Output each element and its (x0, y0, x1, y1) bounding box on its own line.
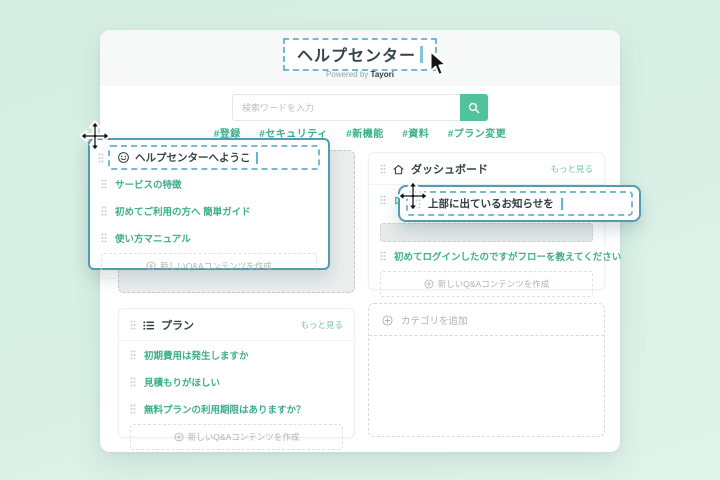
add-qa-content-button[interactable]: 新しいQ&Aコンテンツを作成 (101, 253, 317, 279)
search-button[interactable] (460, 94, 488, 121)
category-header: ヘルプセンターへようこ (90, 140, 328, 170)
drag-handle-icon[interactable] (130, 377, 136, 387)
tag-link[interactable]: #資料 (402, 125, 429, 140)
page-title: ヘルプセンター (297, 42, 416, 66)
add-qa-content-button[interactable]: 新しいQ&Aコンテンツを作成 (130, 424, 343, 450)
qa-item[interactable]: 無料プランの利用期限はありますか？ (119, 395, 354, 422)
qa-item-label: サービスの特徴 (115, 177, 182, 191)
plus-circle-icon (174, 432, 184, 442)
tag-link[interactable]: #新機能 (346, 125, 384, 140)
drag-handle-icon[interactable] (130, 350, 136, 360)
qa-item[interactable]: 初めてご利用の方へ 簡単ガイド (90, 197, 328, 224)
item-drop-placeholder (380, 223, 593, 242)
smiley-icon (117, 151, 130, 164)
qa-item-label: 見積もりがほしい (144, 375, 220, 389)
category-title: ダッシュボード (411, 161, 544, 177)
qa-item-label: 無料プランの利用期限はありますか？ (144, 402, 306, 416)
qa-item-label: 初めてログインしたのですがフローを教えてください (394, 249, 621, 263)
see-more-link[interactable]: もっと見る (550, 163, 593, 175)
add-qa-content-button[interactable]: 新しいQ&Aコンテンツを作成 (380, 271, 593, 297)
drag-handle-icon[interactable] (380, 195, 386, 205)
search-icon (468, 102, 480, 114)
category-header: プラン もっと見る (119, 309, 354, 340)
qa-item[interactable]: 使い方マニュアル (90, 224, 328, 251)
tag-link[interactable]: #プラン変更 (448, 125, 507, 140)
text-caret (561, 198, 563, 210)
qa-item-dragging[interactable]: 上部に出ているお知らせを (398, 185, 641, 222)
drag-handle-icon[interactable] (130, 404, 136, 414)
qa-item[interactable]: サービスの特徴 (90, 170, 328, 197)
list-icon (142, 319, 155, 332)
add-category-area: カテゴリを追加 (368, 303, 605, 437)
qa-item-editor[interactable]: 上部に出ているお知らせを (406, 191, 633, 216)
plus-circle-icon (424, 279, 434, 289)
qa-item[interactable]: 見積もりがほしい (119, 368, 354, 395)
plus-circle-icon (382, 315, 393, 326)
see-more-link[interactable]: もっと見る (300, 319, 343, 331)
drag-handle-icon[interactable] (130, 320, 136, 330)
text-caret (256, 152, 258, 164)
qa-item-label: 初期費用は発生しますか (144, 348, 249, 362)
search-bar (232, 94, 488, 121)
category-title: ヘルプセンターへようこ (135, 150, 251, 165)
brand-name: Tayori (371, 70, 394, 79)
drag-handle-icon[interactable] (101, 179, 107, 189)
category-card-welcome-dragging[interactable]: ヘルプセンターへようこ サービスの特徴 初めてご利用の方へ 簡単ガイド (88, 138, 330, 270)
category-title: プラン (161, 317, 294, 333)
page-background: ヘルプセンター Powered by Tayori #登録 #セキ (0, 0, 720, 480)
powered-by: Powered by Tayori (100, 70, 620, 79)
drag-handle-icon[interactable] (415, 199, 421, 209)
category-card-plan: プラン もっと見る 初期費用は発生しますか (118, 308, 355, 438)
qa-item-label: 使い方マニュアル (115, 231, 191, 245)
qa-item-label: 上部に出ているお知らせを (428, 196, 554, 211)
drag-handle-icon[interactable] (98, 153, 104, 163)
drag-handle-icon[interactable] (380, 164, 386, 174)
qa-item[interactable]: 初期費用は発生しますか (119, 341, 354, 368)
qa-item-label: 初めてご利用の方へ 簡単ガイド (115, 204, 251, 218)
qa-item[interactable]: 初めてログインしたのですがフローを教えてください (369, 242, 604, 269)
category-header: ダッシュボード もっと見る (369, 153, 604, 184)
drag-handle-icon[interactable] (380, 251, 386, 261)
home-icon (392, 163, 405, 176)
page-title-editor[interactable]: ヘルプセンター (283, 38, 437, 71)
add-category-button[interactable]: カテゴリを追加 (369, 304, 604, 336)
search-input[interactable] (232, 94, 460, 121)
drag-handle-icon[interactable] (101, 206, 107, 216)
text-caret (420, 46, 423, 63)
drag-handle-icon[interactable] (101, 233, 107, 243)
plus-circle-icon (146, 261, 156, 271)
category-title-editor[interactable]: ヘルプセンターへようこ (108, 145, 320, 170)
page-header: ヘルプセンター Powered by Tayori (100, 30, 620, 86)
